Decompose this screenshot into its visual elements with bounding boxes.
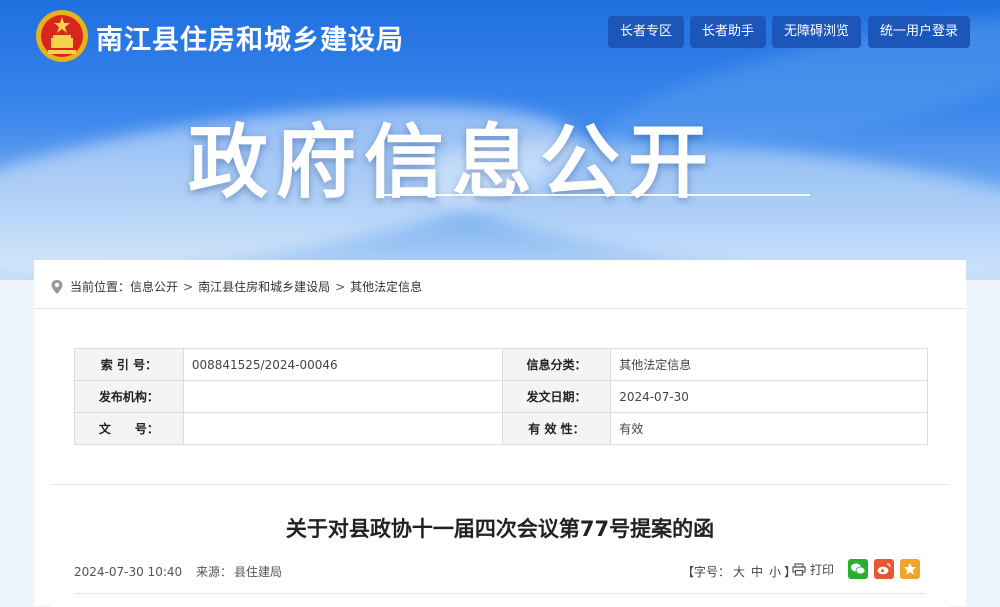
elder-zone-button[interactable]: 长者专区: [608, 16, 685, 48]
breadcrumb: 当前位置： 信息公开 > 南江县住房和城乡建设局 > 其他法定信息: [50, 278, 422, 295]
accessibility-button[interactable]: 无障碍浏览: [772, 16, 862, 48]
breadcrumb-item-bureau[interactable]: 南江县住房和城乡建设局: [198, 278, 330, 295]
header-banner: 南江县住房和城乡建设局 长者专区 长者助手 无障碍浏览 统一用户登录 政府信息公…: [0, 0, 1000, 280]
table-row: 索 引 号： 008841525/2024-00046 信息分类： 其他法定信息: [74, 348, 928, 381]
favorite-star-icon[interactable]: [900, 559, 920, 579]
article-section: 关于对县政协十一届四次会议第77号提案的函 2024-07-30 10:40 来…: [50, 484, 950, 607]
site-title[interactable]: 南江县住房和城乡建设局: [96, 18, 404, 57]
source-value: 县住建局: [233, 565, 282, 579]
breadcrumb-item-category[interactable]: 其他法定信息: [350, 278, 422, 295]
source-label: 来源：: [195, 565, 232, 579]
publish-date: 2024-07-30 10:40: [74, 565, 183, 579]
national-emblem-icon: [36, 10, 88, 62]
breadcrumb-separator: >: [183, 279, 194, 294]
breadcrumb-item-info[interactable]: 信息公开: [130, 278, 178, 295]
wechat-share-icon[interactable]: [848, 559, 868, 579]
elder-assistant-button[interactable]: 长者助手: [690, 16, 767, 48]
weibo-share-icon[interactable]: [874, 559, 894, 579]
breadcrumb-prefix: 当前位置：: [70, 280, 131, 294]
meta-label: 发布机构：: [74, 380, 184, 413]
font-size-label: 【字号：: [682, 565, 731, 579]
banner-underline: [378, 194, 810, 196]
font-large-button[interactable]: 大: [733, 565, 745, 579]
article-info: 2024-07-30 10:40 来源： 县住建局: [74, 563, 292, 580]
meta-value: 其他法定信息: [610, 348, 928, 381]
font-size-selector: 【字号：大中小】: [682, 563, 796, 580]
meta-value: 008841525/2024-00046: [182, 348, 503, 381]
document-meta-table: 索 引 号： 008841525/2024-00046 信息分类： 其他法定信息…: [74, 348, 928, 445]
meta-value: [182, 380, 503, 413]
meta-value: 2024-07-30: [610, 380, 928, 413]
table-row: 发布机构： 发文日期： 2024-07-30: [74, 380, 928, 413]
meta-label: 发文日期：: [501, 380, 612, 413]
print-label: 打印: [810, 563, 835, 577]
meta-value: 有效: [610, 412, 928, 445]
table-row: 文 号： 有 效 性： 有效: [74, 412, 928, 445]
article-title: 关于对县政协十一届四次会议第77号提案的函: [285, 517, 715, 541]
breadcrumb-divider: [34, 308, 966, 309]
meta-label: 有 效 性：: [501, 412, 612, 445]
banner-title: 政府信息公开: [188, 116, 716, 209]
meta-label: 信息分类：: [501, 348, 612, 381]
meta-label: 文 号：: [74, 412, 184, 445]
meta-label: 索 引 号：: [74, 348, 184, 381]
breadcrumb-separator: >: [335, 279, 346, 294]
article-divider: [74, 593, 926, 594]
meta-value: [182, 412, 503, 445]
font-small-button[interactable]: 小: [769, 565, 781, 579]
printer-icon: [792, 563, 806, 576]
print-button[interactable]: 打印: [792, 561, 834, 578]
location-pin-icon: [51, 279, 63, 294]
user-login-button[interactable]: 统一用户登录: [868, 16, 971, 48]
font-medium-button[interactable]: 中: [751, 565, 763, 579]
